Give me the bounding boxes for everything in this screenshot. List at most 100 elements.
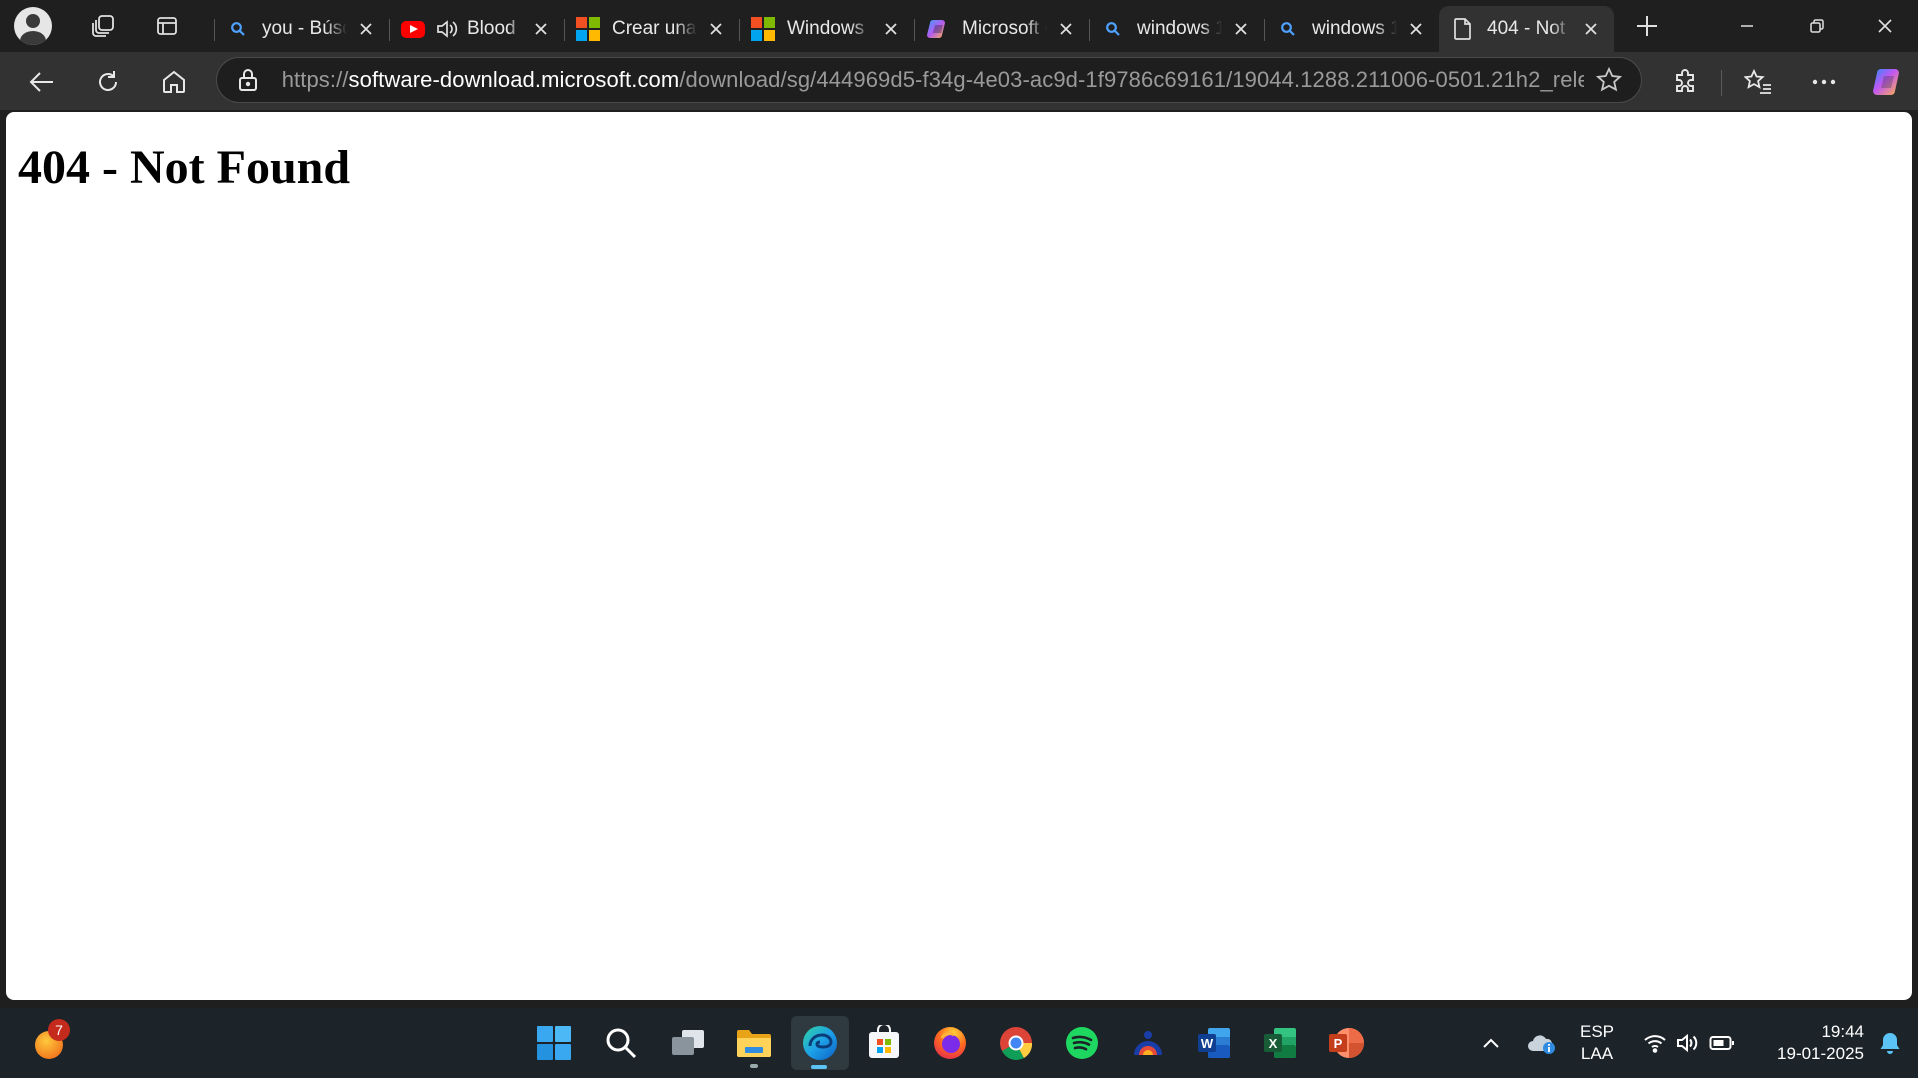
close-icon[interactable] — [1580, 18, 1602, 40]
show-hidden-icons-button[interactable] — [1464, 1016, 1518, 1070]
url-host: software-download.microsoft.com — [348, 67, 680, 92]
word-button[interactable]: W — [1186, 1016, 1242, 1070]
language-code: ESP — [1579, 1022, 1615, 1041]
powerpoint-button[interactable]: P — [1318, 1016, 1374, 1070]
tab-windows-10[interactable]: Windows 10 — [739, 7, 914, 51]
toolbar-divider — [1721, 70, 1722, 96]
spotify-icon — [1066, 1027, 1098, 1059]
refresh-button[interactable] — [86, 60, 130, 104]
onedrive-cloud-icon — [1528, 1035, 1555, 1054]
excel-button[interactable]: X — [1252, 1016, 1308, 1070]
wifi-icon — [1644, 1035, 1666, 1053]
page-heading: 404 - Not Found — [18, 141, 351, 194]
windows-taskbar: W X P ESP LAA 19:44 19-01-2025 — [0, 1008, 1918, 1078]
tab-title: Windows 10 — [787, 18, 872, 39]
page-icon — [1451, 17, 1475, 41]
task-view-icon — [672, 1030, 704, 1055]
tab-copilot[interactable]: Microsoft Copilot — [914, 7, 1089, 51]
tab-404-not-found[interactable]: 404 - Not Found — [1439, 6, 1614, 52]
new-tab-button[interactable] — [1622, 4, 1672, 48]
settings-more-button[interactable] — [1802, 60, 1846, 104]
file-explorer-icon — [737, 1030, 771, 1057]
start-button[interactable] — [526, 1016, 582, 1070]
firefox-button[interactable] — [922, 1016, 978, 1070]
close-window-button[interactable] — [1850, 0, 1918, 52]
address-bar[interactable]: https://software-download.microsoft.com/… — [216, 57, 1642, 103]
bell-icon — [1880, 1033, 1900, 1054]
close-icon[interactable] — [1055, 18, 1077, 40]
close-icon[interactable] — [1405, 18, 1427, 40]
input-language-button[interactable]: ESP LAA — [1570, 1016, 1624, 1070]
home-icon — [163, 70, 185, 93]
browser-toolbar: https://software-download.microsoft.com/… — [0, 52, 1918, 110]
copilot-icon — [1873, 69, 1899, 95]
copilot-button[interactable] — [1866, 60, 1910, 104]
notification-badge: 7 — [48, 1019, 70, 1041]
workspaces-icon — [92, 15, 114, 37]
svg-text:W: W — [1201, 1036, 1214, 1051]
powerpoint-icon: P — [1329, 1028, 1364, 1058]
refresh-icon — [99, 71, 117, 91]
tab-youtube-blood[interactable]: Blood — [389, 7, 564, 51]
svg-text:X: X — [1269, 1036, 1278, 1051]
edge-button[interactable] — [791, 1016, 849, 1070]
keyboard-layout: LAA — [1580, 1044, 1614, 1063]
close-icon[interactable] — [705, 18, 727, 40]
clock-date: 19-01-2025 — [1777, 1044, 1864, 1063]
spotify-button[interactable] — [1054, 1016, 1110, 1070]
tab-title: windows 10 — [1137, 18, 1222, 39]
back-arrow-icon — [29, 72, 53, 92]
minimize-icon — [1741, 25, 1753, 27]
close-icon[interactable] — [530, 18, 552, 40]
tab-title: 404 - Not Found — [1487, 18, 1572, 39]
microsoft-logo-icon — [751, 17, 775, 41]
firefox-icon — [934, 1027, 966, 1059]
audio-speaker-icon[interactable] — [435, 17, 459, 41]
chrome-button[interactable] — [988, 1016, 1044, 1070]
tab-crear-cuenta[interactable]: Crear una cuenta — [564, 7, 739, 51]
search-icon — [1101, 17, 1125, 41]
notifications-button[interactable] — [1866, 1016, 1914, 1070]
quick-settings-button[interactable] — [1634, 1016, 1744, 1070]
tab-title: you - Búsqueda — [262, 18, 347, 39]
store-icon — [869, 1025, 899, 1058]
vertical-tabs-icon — [157, 17, 177, 35]
tab-search-you[interactable]: you - Búsqueda — [214, 7, 389, 51]
home-button[interactable] — [152, 60, 196, 104]
word-icon: W — [1198, 1028, 1230, 1058]
url-text[interactable]: https://software-download.microsoft.com/… — [282, 67, 1585, 93]
star-icon — [1595, 67, 1622, 92]
workspaces-button[interactable] — [80, 3, 126, 49]
search-icon — [606, 1028, 637, 1059]
tab-strip: you - Búsqueda Blood Crear una cuenta Wi… — [0, 0, 1918, 52]
close-icon[interactable] — [880, 18, 902, 40]
vertical-tabs-button[interactable] — [144, 3, 190, 49]
svg-text:P: P — [1334, 1036, 1343, 1051]
clock-button[interactable]: 19:44 19-01-2025 — [1752, 1016, 1864, 1070]
tab-title: Microsoft Copilot — [962, 18, 1047, 39]
onedrive-button[interactable] — [1516, 1016, 1566, 1070]
task-view-button[interactable] — [660, 1016, 716, 1070]
favorites-button[interactable] — [1736, 60, 1780, 104]
tab-search-windows-10[interactable]: windows 10 — [1089, 7, 1264, 51]
minimize-button[interactable] — [1712, 0, 1782, 52]
app-button[interactable] — [1120, 1016, 1176, 1070]
youtube-icon — [401, 17, 425, 41]
close-icon[interactable] — [1230, 18, 1252, 40]
file-explorer-button[interactable] — [726, 1016, 782, 1070]
tab-title: Blood — [467, 18, 516, 39]
store-button[interactable] — [856, 1016, 912, 1070]
profile-button[interactable] — [10, 3, 56, 49]
copilot-icon — [926, 17, 950, 41]
restore-button[interactable] — [1782, 0, 1852, 52]
url-path: /download/sg/444969d5-f34g-4e03-ac9d-1f9… — [679, 67, 1585, 92]
site-info-button[interactable] — [225, 58, 272, 102]
back-button[interactable] — [20, 60, 64, 104]
tab-title: Crear una cuenta — [612, 18, 697, 39]
taskbar-search-button[interactable] — [593, 1016, 649, 1070]
tab-search-windows-10[interactable]: windows 10 — [1264, 7, 1439, 51]
more-icon — [1812, 79, 1836, 85]
close-icon[interactable] — [355, 18, 377, 40]
favorite-button[interactable] — [1584, 58, 1633, 102]
extensions-button[interactable] — [1664, 60, 1708, 104]
